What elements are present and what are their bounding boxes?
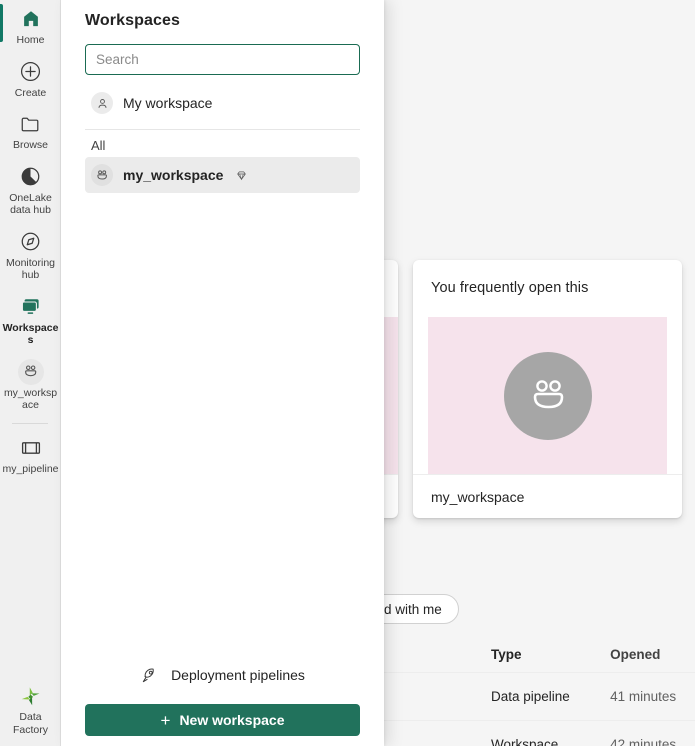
frequently-open-heading: You frequently open this bbox=[431, 280, 589, 296]
search-input[interactable] bbox=[85, 44, 360, 75]
sidebar-item-my-pipeline[interactable]: my_pipeline bbox=[0, 429, 61, 482]
rail-items: Home Create Browse OneLake data hub Moni… bbox=[0, 0, 60, 746]
workspace-group-icon bbox=[91, 164, 113, 186]
sidebar-item-label: Browse bbox=[12, 139, 48, 151]
column-header-type[interactable]: Type bbox=[491, 647, 610, 662]
fabric-app-window: You frequently open this my_workspace re… bbox=[0, 0, 695, 746]
diamond-icon bbox=[235, 169, 248, 182]
onelake-icon bbox=[18, 164, 44, 190]
flyout-spacer bbox=[61, 193, 384, 658]
card-title-text: my_workspace bbox=[431, 488, 525, 505]
sidebar-item-my-workspace[interactable]: my_workspace bbox=[0, 353, 61, 418]
flyout-item-label: My workspace bbox=[123, 95, 213, 111]
table-row[interactable]: Workspace 42 minutes bbox=[360, 720, 695, 746]
flyout-group-label: All bbox=[91, 138, 106, 153]
sidebar-item-create[interactable]: Create bbox=[0, 53, 61, 106]
folder-icon bbox=[18, 111, 44, 137]
deployment-pipelines-label: Deployment pipelines bbox=[171, 667, 305, 683]
home-icon bbox=[18, 6, 44, 32]
table-row[interactable]: Data pipeline 41 minutes bbox=[360, 672, 695, 720]
workspace-avatar-icon bbox=[17, 358, 44, 385]
sidebar-item-label: OneLake data hub bbox=[9, 191, 52, 217]
sidebar-item-workspaces[interactable]: Workspaces bbox=[0, 288, 61, 353]
product-switcher-data-factory[interactable]: Data Factory bbox=[0, 677, 61, 742]
table-header-row: Type Opened bbox=[360, 636, 695, 672]
cell-type: Data pipeline bbox=[491, 689, 570, 704]
frequently-open-card[interactable]: You frequently open this my_workspace bbox=[413, 260, 682, 518]
workspaces-icon bbox=[18, 294, 44, 320]
plus-circle-icon bbox=[18, 59, 44, 85]
card-thumbnail bbox=[428, 317, 667, 474]
flyout-title: Workspaces bbox=[85, 12, 180, 29]
data-factory-icon bbox=[18, 683, 44, 709]
cell-opened: 42 minutes bbox=[610, 737, 677, 746]
rocket-icon bbox=[140, 666, 159, 685]
sidebar-item-onelake-data-hub[interactable]: OneLake data hub bbox=[0, 158, 61, 223]
recent-items-table: Type Opened Data pipeline 41 minutes Wor… bbox=[360, 636, 695, 746]
sidebar-item-label: Home bbox=[16, 34, 45, 46]
column-header-opened[interactable]: Opened bbox=[610, 647, 695, 662]
flyout-item-my_workspace[interactable]: my_workspace bbox=[85, 157, 360, 193]
cell-type: Workspace bbox=[491, 737, 559, 746]
plus-icon: + bbox=[160, 710, 171, 730]
flyout-search-wrapper bbox=[61, 30, 384, 75]
new-workspace-label: New workspace bbox=[179, 712, 285, 728]
sidebar-item-browse[interactable]: Browse bbox=[0, 105, 61, 158]
sidebar-item-label: my_pipeline bbox=[2, 462, 59, 475]
pipeline-icon bbox=[18, 435, 44, 461]
sidebar-item-monitoring-hub[interactable]: Monitoring hub bbox=[0, 223, 61, 288]
flyout-item-my-workspace[interactable]: My workspace bbox=[85, 85, 360, 121]
sidebar-item-label: Create bbox=[14, 86, 47, 99]
rail-footer: Data Factory bbox=[0, 677, 61, 742]
rail-divider bbox=[12, 422, 48, 424]
flyout-item-label: my_workspace bbox=[123, 167, 224, 183]
new-workspace-button[interactable]: + New workspace bbox=[85, 704, 360, 736]
sidebar-item-label: Workspaces bbox=[2, 321, 59, 347]
compass-icon bbox=[18, 229, 44, 255]
cell-opened: 41 minutes bbox=[610, 689, 677, 704]
sidebar-item-home[interactable]: Home bbox=[0, 0, 61, 53]
left-nav-rail: Home Create Browse OneLake data hub Moni… bbox=[0, 0, 61, 746]
deployment-pipelines-link[interactable]: Deployment pipelines bbox=[85, 658, 360, 692]
workspace-group-icon bbox=[533, 379, 563, 408]
person-circle-icon bbox=[91, 92, 113, 114]
workspace-avatar bbox=[503, 351, 592, 440]
product-label: Data Factory bbox=[12, 711, 48, 736]
workspaces-flyout-panel: Workspaces My workspace All bbox=[61, 0, 384, 746]
sidebar-item-label: my_workspace bbox=[3, 386, 58, 412]
card-title: my_workspace bbox=[413, 474, 682, 518]
sidebar-item-label: Monitoring hub bbox=[5, 256, 56, 282]
